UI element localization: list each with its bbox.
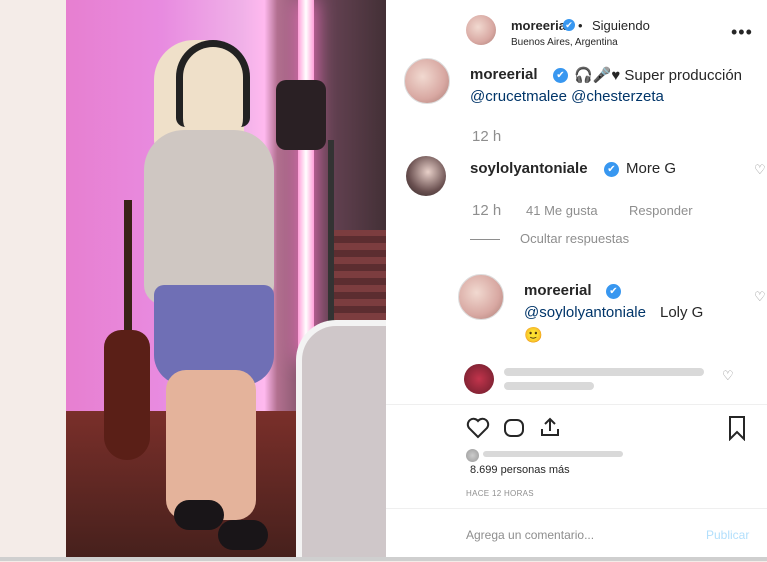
add-comment-bar: Agrega un comentario... Publicar <box>386 508 767 562</box>
reply-emoji: 🙂 <box>524 327 543 344</box>
photo-microphone <box>276 80 326 150</box>
blurred-like-icon[interactable]: ♡ <box>722 368 734 384</box>
photo-acoustic-foam <box>328 230 386 320</box>
more-options-icon[interactable]: ••• <box>731 22 753 43</box>
verified-icon: ✔ <box>606 284 621 299</box>
comment-reply-button[interactable]: Responder <box>629 203 693 218</box>
photo-person-sweater <box>144 130 274 305</box>
post-photo[interactable] <box>66 0 386 561</box>
photo-guitar <box>104 330 150 460</box>
verified-icon: ✔ <box>563 19 575 31</box>
reply-author[interactable]: moreerial <box>524 282 592 299</box>
reply-text: Loly G <box>660 304 704 321</box>
photo-guitar-neck <box>124 200 132 340</box>
photo-shoe-left <box>174 500 224 530</box>
comments-section: moreerial ✔ 🎧🎤♥ Super producción @crucet… <box>386 46 767 358</box>
caption-author[interactable]: moreerial <box>470 66 538 83</box>
reply-like-icon[interactable]: ♡ <box>754 289 766 305</box>
caption-author-avatar[interactable] <box>404 58 450 104</box>
comment-icon[interactable] <box>502 417 526 439</box>
comment-time: 12 h <box>472 202 502 219</box>
verified-icon: ✔ <box>604 162 619 177</box>
photo-neon-light <box>298 0 314 360</box>
post-time-ago: HACE 12 HORAS <box>466 489 534 498</box>
comment-input[interactable]: Agrega un comentario... <box>466 528 594 542</box>
comment-text: More G <box>626 160 677 177</box>
author-avatar[interactable] <box>466 15 496 45</box>
photo-chair <box>296 320 386 561</box>
post-side-panel: moreerial ✔ • Siguiendo Buenos Aires, Ar… <box>386 0 767 561</box>
blurred-comment: ♡ <box>464 360 734 400</box>
comment-like-icon[interactable]: ♡ <box>754 162 766 178</box>
bottom-border <box>0 557 767 561</box>
follow-status-button[interactable]: Siguiendo <box>592 18 650 33</box>
comment-author[interactable]: soylolyantoniale <box>470 160 588 177</box>
left-margin <box>0 0 66 561</box>
header-separator: • <box>578 18 583 33</box>
liked-by-avatar[interactable] <box>466 449 479 462</box>
replies-divider <box>470 239 500 240</box>
comment-author-avatar[interactable] <box>406 156 446 196</box>
share-icon[interactable] <box>538 415 562 439</box>
reply-author-avatar[interactable] <box>458 274 504 320</box>
author-username[interactable]: moreerial <box>511 18 570 33</box>
post-actions-bar <box>386 404 767 455</box>
liked-by-blurred <box>483 451 623 457</box>
caption-time: 12 h <box>472 128 502 145</box>
comment-likes[interactable]: 41 Me gusta <box>526 203 598 218</box>
blurred-avatar <box>464 364 494 394</box>
photo-headphones <box>176 40 250 127</box>
like-icon[interactable] <box>466 417 490 439</box>
photo-shoe-right <box>218 520 268 550</box>
hide-replies-button[interactable]: Ocultar respuestas <box>520 231 629 246</box>
blurred-text-line <box>504 368 704 376</box>
publish-button[interactable]: Publicar <box>706 528 749 542</box>
likes-count[interactable]: 8.699 personas más <box>470 464 570 476</box>
post-header: moreerial ✔ • Siguiendo Buenos Aires, Ar… <box>386 0 767 48</box>
verified-icon: ✔ <box>553 68 568 83</box>
blurred-text-line <box>504 382 594 390</box>
bookmark-icon[interactable] <box>727 415 747 441</box>
photo-person-legs <box>166 370 256 520</box>
caption-text: 🎧🎤♥ Super producción <box>574 67 743 84</box>
caption-mentions[interactable]: @crucetmalee @chesterzeta <box>470 88 664 105</box>
reply-mention[interactable]: @soylolyantoniale <box>524 304 646 321</box>
